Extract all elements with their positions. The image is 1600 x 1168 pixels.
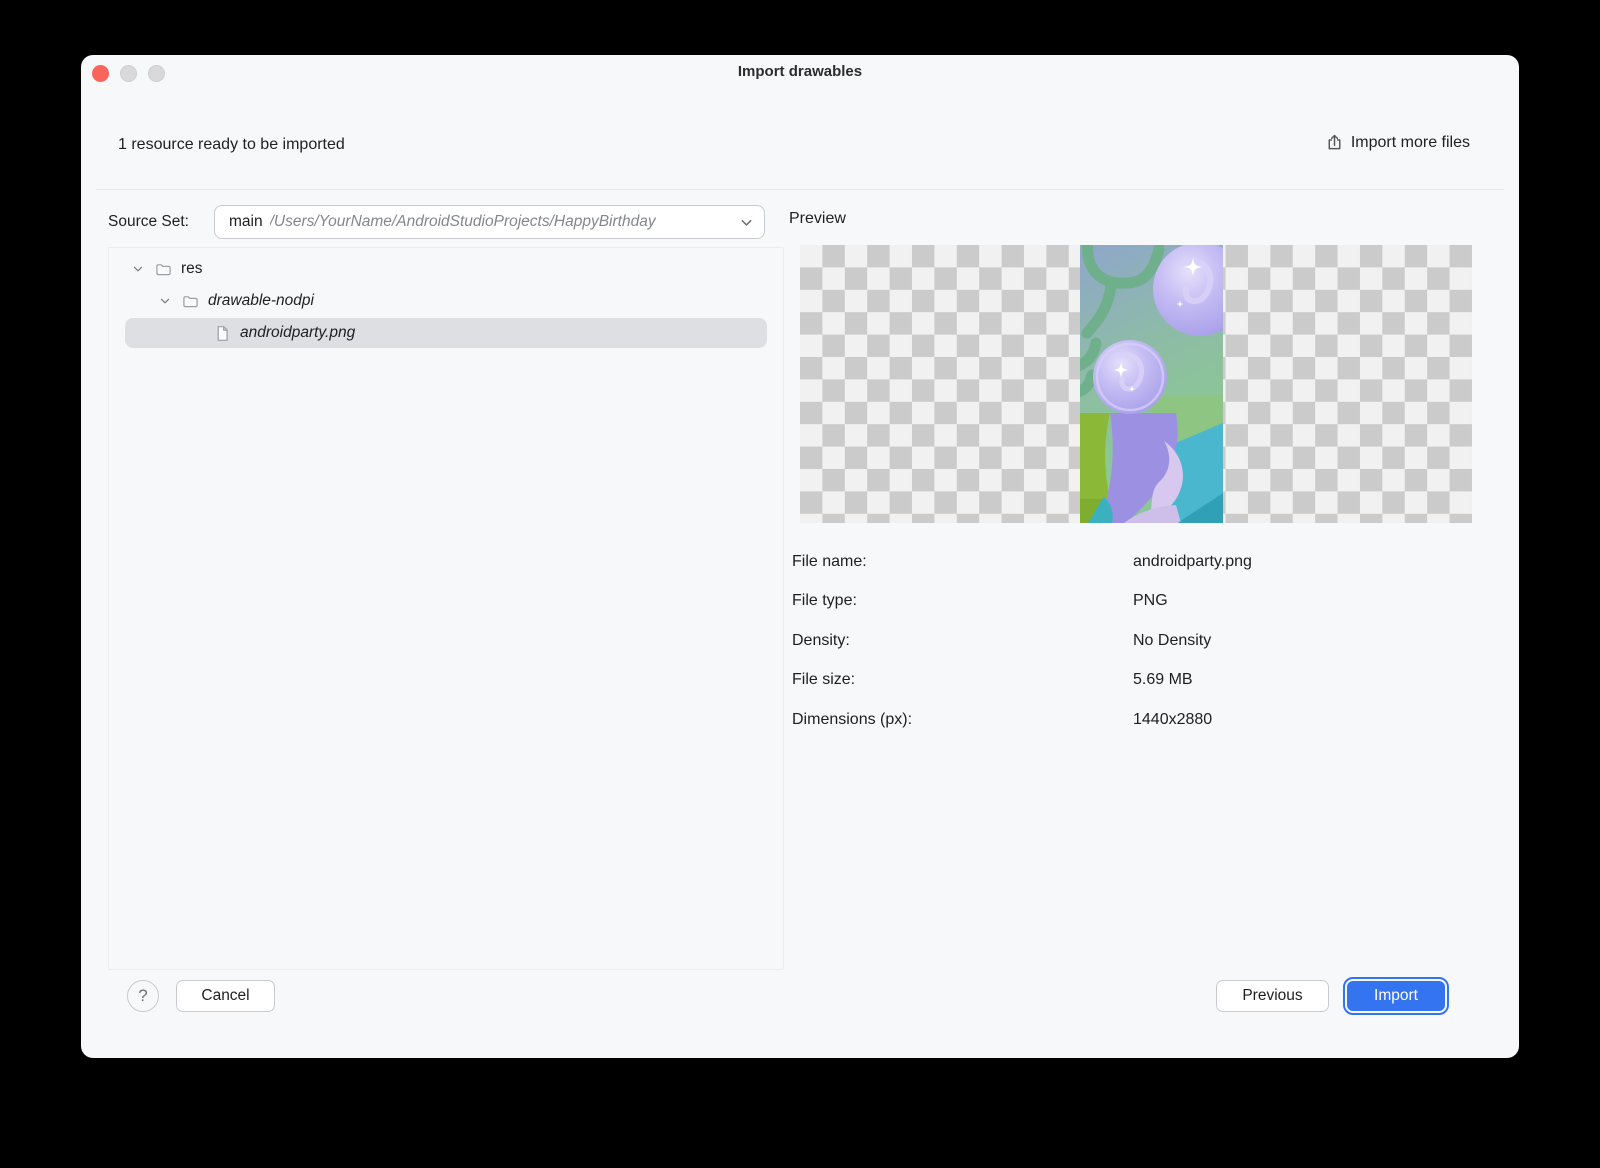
detail-row-file-name: File name: androidparty.png <box>792 542 1392 582</box>
tree-item-label: res <box>181 260 203 278</box>
detail-label: Dimensions (px): <box>792 711 912 729</box>
import-more-files-label: Import more files <box>1351 134 1470 152</box>
source-set-selected-value: main <box>229 213 263 231</box>
file-tree-panel: res drawable-nodpi <box>108 247 784 970</box>
folder-icon <box>155 261 172 278</box>
tree-item-drawable-nodpi[interactable]: drawable-nodpi <box>125 286 767 316</box>
detail-row-file-type: File type: PNG <box>792 582 1392 622</box>
detail-row-dimensions: Dimensions (px): 1440x2880 <box>792 700 1392 740</box>
detail-value: PNG <box>1133 592 1168 610</box>
import-button-focus-ring: Import <box>1343 977 1449 1015</box>
detail-label: File type: <box>792 592 857 610</box>
upload-icon <box>1325 133 1344 152</box>
source-set-dropdown[interactable]: main /Users/YourName/AndroidStudioProjec… <box>214 205 765 239</box>
help-button[interactable]: ? <box>127 980 159 1012</box>
detail-row-file-size: File size: 5.69 MB <box>792 661 1392 701</box>
tree-item-label: drawable-nodpi <box>208 292 314 310</box>
preview-heading: Preview <box>789 210 846 228</box>
detail-row-density: Density: No Density <box>792 621 1392 661</box>
tree-item-label: androidparty.png <box>240 324 355 342</box>
import-button[interactable]: Import <box>1347 981 1445 1011</box>
import-drawables-dialog: Import drawables 1 resource ready to be … <box>81 55 1519 1058</box>
screen: Import drawables 1 resource ready to be … <box>0 0 1600 1168</box>
window-title: Import drawables <box>81 63 1519 80</box>
tree-item-androidparty-png[interactable]: androidparty.png <box>125 318 767 348</box>
import-more-files-button[interactable]: Import more files <box>1325 133 1470 152</box>
detail-label: File size: <box>792 671 855 689</box>
detail-value: androidparty.png <box>1133 553 1252 571</box>
detail-value: No Density <box>1133 632 1211 650</box>
file-details: File name: androidparty.png File type: P… <box>792 542 1392 740</box>
source-set-label: Source Set: <box>108 213 189 231</box>
detail-label: File name: <box>792 553 867 571</box>
header-divider <box>96 189 1504 190</box>
folder-icon <box>182 293 199 310</box>
resource-status-text: 1 resource ready to be imported <box>118 136 345 154</box>
question-mark-icon: ? <box>138 986 147 1006</box>
tree-item-res[interactable]: res <box>125 254 767 284</box>
detail-label: Density: <box>792 632 850 650</box>
source-set-path: /Users/YourName/AndroidStudioProjects/Ha… <box>270 213 656 231</box>
previous-button[interactable]: Previous <box>1216 980 1329 1012</box>
file-icon <box>214 325 231 342</box>
detail-value: 1440x2880 <box>1133 711 1212 729</box>
chevron-down-icon[interactable] <box>158 294 172 308</box>
chevron-down-icon <box>738 214 755 236</box>
cancel-button[interactable]: Cancel <box>176 980 275 1012</box>
detail-value: 5.69 MB <box>1133 671 1193 689</box>
chevron-down-icon[interactable] <box>131 262 145 276</box>
preview-image <box>1080 245 1223 523</box>
